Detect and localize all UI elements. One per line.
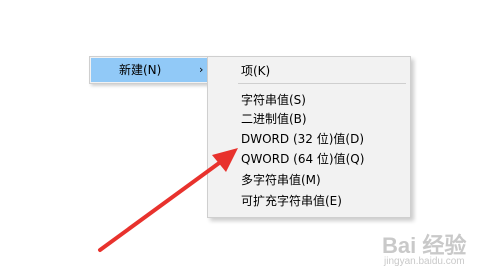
- arrow-head: [212, 148, 238, 172]
- watermark-url: jingyan.baidu.com: [384, 256, 465, 267]
- arrow-shaft: [98, 156, 228, 252]
- watermark: Bai 经验 jingyan.baidu.com: [382, 228, 494, 270]
